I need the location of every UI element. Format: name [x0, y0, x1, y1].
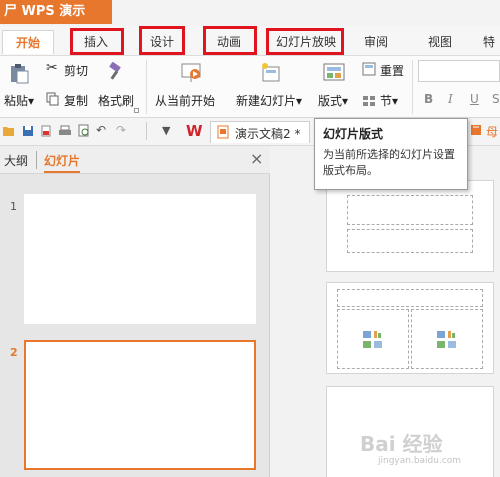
tooltip-title: 幻灯片版式 — [323, 127, 384, 141]
wps-logo-icon: 尸 — [4, 4, 18, 19]
ribbon-panel: 粘贴▾ ✂ 剪切 复制 格式刷 从当前开始 新建幻灯片▾ 版式▾ 重置 节▾ B… — [0, 56, 500, 118]
layout-tooltip: 幻灯片版式 为当前所选择的幻灯片设置版式布局。 — [314, 118, 468, 190]
highlight-design — [139, 26, 185, 55]
tab-home[interactable]: 开始 — [2, 30, 54, 54]
output-pdf-icon[interactable] — [40, 125, 52, 137]
title-placeholder — [337, 289, 483, 307]
highlight-slideshow — [266, 28, 344, 55]
redo-icon[interactable]: ↷ — [116, 123, 126, 137]
toolbar-divider — [146, 122, 147, 140]
save-icon[interactable] — [22, 125, 34, 137]
new-slide-button[interactable]: 新建幻灯片▾ — [236, 92, 302, 109]
reset-button[interactable]: 重置 — [380, 62, 404, 79]
master-tab-label[interactable]: 母 — [486, 123, 498, 140]
document-tab[interactable]: 演示文稿2 * — [210, 121, 310, 143]
clipboard-launcher-icon[interactable] — [134, 108, 139, 113]
layout-button[interactable]: 版式▾ — [318, 92, 348, 109]
paste-icon[interactable] — [8, 62, 30, 84]
tab-outline[interactable]: 大纲 — [4, 152, 28, 169]
format-painter-button[interactable]: 格式刷 — [98, 92, 134, 109]
section-icon[interactable] — [362, 94, 376, 108]
strikethrough-button[interactable]: S — [492, 92, 500, 106]
section-button[interactable]: 节▾ — [380, 92, 398, 109]
slide-navigation-panel: 大纲 幻灯片 × 1 2 — [0, 146, 270, 477]
slideshow-play-icon[interactable] — [180, 62, 204, 84]
bold-button[interactable]: B — [424, 92, 433, 106]
reset-icon[interactable] — [362, 62, 376, 76]
font-name-input[interactable] — [418, 60, 500, 82]
baidu-watermark-url: jingyan.baidu.com — [378, 456, 462, 466]
customize-toolbar-chevron-down-icon[interactable]: ▼ — [162, 124, 170, 137]
layout-option-two-content[interactable] — [326, 282, 494, 374]
italic-button[interactable]: I — [448, 92, 453, 106]
scissors-icon[interactable]: ✂ — [46, 60, 58, 76]
layout-option-title[interactable] — [326, 180, 494, 272]
highlight-insert — [70, 28, 124, 55]
slide-thumbnail-selected[interactable] — [24, 340, 256, 470]
copy-icon[interactable] — [46, 92, 60, 106]
content-placeholder-left — [337, 309, 409, 369]
cut-button[interactable]: 剪切 — [64, 62, 88, 79]
tooltip-body: 为当前所选择的幻灯片设置版式布局。 — [323, 148, 455, 177]
tab-review[interactable]: 审阅 — [352, 30, 400, 54]
close-icon[interactable]: × — [250, 149, 263, 168]
panel-tab-divider — [36, 151, 37, 169]
app-title: WPS 演示 — [21, 4, 86, 19]
ribbon-divider — [146, 60, 147, 114]
content-insert-icon — [363, 331, 382, 348]
wps-w-logo-icon: W — [186, 122, 203, 140]
paste-button-label[interactable]: 粘贴▾ — [4, 92, 34, 109]
subtitle-placeholder — [347, 229, 473, 253]
document-tab-label: 演示文稿2 * — [235, 127, 301, 141]
title-placeholder — [347, 195, 473, 225]
print-preview-icon[interactable] — [78, 124, 90, 138]
template-icon[interactable] — [470, 124, 482, 136]
from-current-button[interactable]: 从当前开始 — [155, 92, 215, 109]
content-placeholder-right — [411, 309, 483, 369]
open-folder-icon[interactable] — [2, 125, 16, 137]
app-menu-button[interactable]: 尸 WPS 演示 — [0, 0, 112, 24]
baidu-watermark: Bai 经验 — [360, 432, 443, 456]
new-slide-icon[interactable] — [260, 62, 282, 84]
slide-number: 2 — [10, 346, 18, 359]
slide-thumbnail[interactable] — [24, 194, 256, 324]
title-bar: 尸 WPS 演示 — [0, 0, 500, 26]
presentation-file-icon — [217, 125, 229, 139]
ribbon-divider — [412, 60, 413, 114]
slide-number: 1 — [10, 200, 17, 213]
highlight-animation — [203, 26, 257, 55]
undo-icon[interactable]: ↶ — [96, 123, 106, 137]
tab-view[interactable]: 视图 — [416, 30, 464, 54]
layout-icon[interactable] — [322, 62, 346, 84]
copy-button[interactable]: 复制 — [64, 92, 88, 109]
format-painter-icon[interactable] — [106, 62, 126, 82]
tab-slides[interactable]: 幻灯片 — [44, 152, 81, 173]
print-icon[interactable] — [58, 125, 72, 137]
content-insert-icon — [437, 331, 456, 348]
tab-special[interactable]: 特 — [478, 30, 500, 54]
underline-button[interactable]: U — [470, 92, 479, 106]
panel-tab-bar: 大纲 幻灯片 × — [0, 146, 270, 174]
